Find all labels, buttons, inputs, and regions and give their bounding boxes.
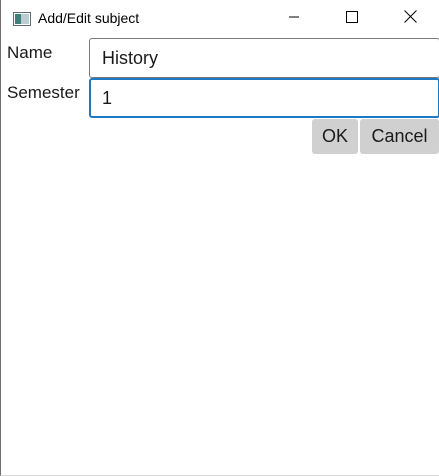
name-label: Name [7, 43, 53, 62]
close-icon [403, 10, 417, 28]
minimize-button[interactable] [265, 0, 323, 38]
minimize-icon [288, 10, 300, 28]
close-button[interactable] [381, 0, 439, 38]
cancel-button[interactable]: Cancel [360, 119, 439, 154]
semester-field[interactable] [89, 78, 439, 118]
title-bar[interactable]: Add/Edit subject [1, 0, 439, 38]
window-title: Add/Edit subject [38, 10, 140, 26]
name-field[interactable] [89, 38, 439, 78]
maximize-button[interactable] [323, 0, 381, 38]
app-icon [13, 12, 31, 26]
maximize-icon [346, 10, 358, 28]
add-edit-subject-window: Add/Edit subject Name Semester OK Cancel [0, 0, 439, 476]
semester-label: Semester [7, 83, 80, 102]
ok-button[interactable]: OK [312, 119, 358, 154]
